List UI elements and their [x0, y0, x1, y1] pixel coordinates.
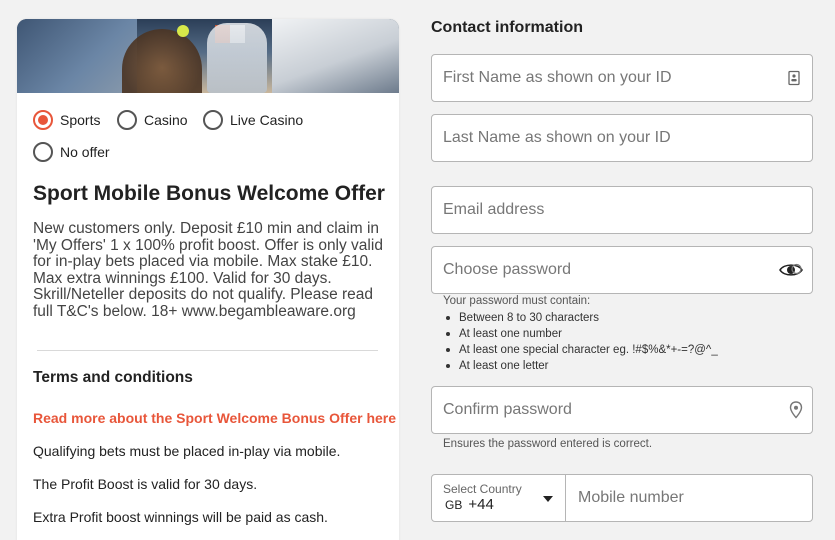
last-name-field[interactable]	[431, 114, 813, 162]
password-rules-title: Your password must contain:	[443, 295, 591, 307]
mobile-number-input[interactable]	[567, 475, 807, 521]
password-rules-list: Between 8 to 30 characters At least one …	[443, 310, 718, 374]
show-password-eye-icon[interactable]	[779, 261, 803, 279]
offer-option-sports[interactable]: Sports	[33, 110, 100, 130]
confirm-password-hint: Ensures the password entered is correct.	[443, 438, 653, 450]
password-field[interactable]	[431, 246, 813, 294]
radio-icon[interactable]	[203, 110, 223, 130]
email-input[interactable]	[432, 187, 762, 233]
id-card-icon	[788, 70, 800, 86]
contact-section-title: Contact information	[431, 19, 583, 36]
mobile-number-field[interactable]: Select Country GB +44	[431, 474, 813, 522]
offer-description: New customers only. Deposit £10 min and …	[33, 220, 383, 320]
terms-line: The Profit Boost is valid for 30 days.	[33, 476, 258, 492]
radio-icon[interactable]	[117, 110, 137, 130]
offer-option-label: Sports	[60, 112, 101, 128]
chevron-down-icon[interactable]	[543, 496, 553, 502]
offer-option-live-casino[interactable]: Live Casino	[203, 110, 303, 130]
last-name-input[interactable]	[432, 115, 762, 161]
offer-option-label: Live Casino	[230, 112, 304, 128]
offer-card: Sports Casino Live Casino No offer Sport…	[17, 19, 399, 540]
terms-read-more-link[interactable]: Read more about the Sport Welcome Bonus …	[33, 410, 396, 426]
offer-option-no-offer[interactable]: No offer	[33, 142, 110, 162]
terms-line: Extra Profit boost winnings will be paid…	[33, 509, 328, 525]
divider	[37, 350, 378, 351]
country-select-value: GB +44	[445, 496, 494, 513]
password-input[interactable]	[432, 247, 762, 293]
country-code-select[interactable]: Select Country GB +44	[432, 475, 566, 521]
password-rule: At least one letter	[443, 358, 718, 374]
terms-heading: Terms and conditions	[33, 369, 193, 386]
country-code: GB	[445, 498, 463, 512]
radio-selected-icon[interactable]	[33, 110, 53, 130]
confirm-password-input[interactable]	[432, 387, 762, 433]
email-field[interactable]	[431, 186, 813, 234]
location-pin-icon	[789, 401, 803, 419]
country-select-label: Select Country	[443, 482, 522, 496]
first-name-field[interactable]	[431, 54, 813, 102]
radio-icon[interactable]	[33, 142, 53, 162]
first-name-input[interactable]	[432, 55, 762, 101]
dial-code: +44	[468, 496, 494, 513]
offer-option-casino[interactable]: Casino	[117, 110, 188, 130]
sports-banner-image	[17, 19, 399, 93]
offer-option-label: Casino	[144, 112, 188, 128]
confirm-password-field[interactable]	[431, 386, 813, 434]
terms-line: Qualifying bets must be placed in-play v…	[33, 443, 341, 459]
offer-title: Sport Mobile Bonus Welcome Offer	[33, 182, 385, 205]
password-rule: At least one special character eg. !#$%&…	[443, 342, 718, 358]
offer-option-label: No offer	[60, 144, 110, 160]
password-rule: At least one number	[443, 326, 718, 342]
password-rule: Between 8 to 30 characters	[443, 310, 718, 326]
